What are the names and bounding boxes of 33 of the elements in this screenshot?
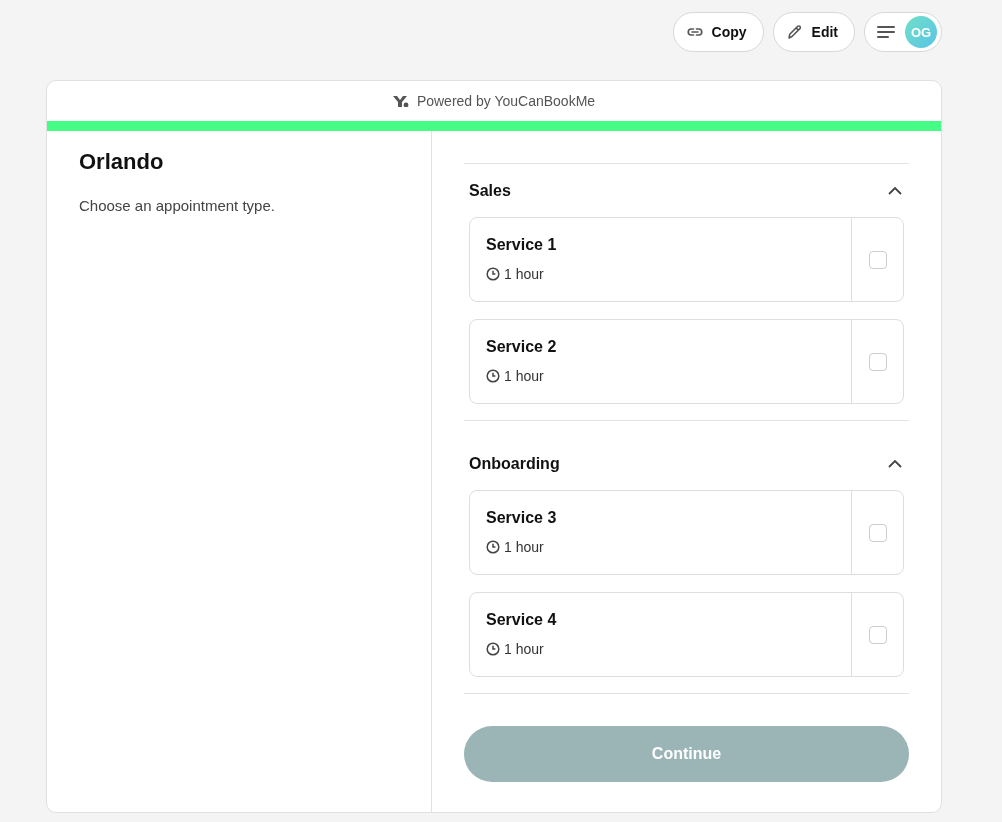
edit-button[interactable]: Edit: [772, 12, 855, 52]
duration-text: 1 hour: [504, 266, 544, 282]
powered-by-text: Powered by YouCanBookMe: [416, 93, 596, 109]
service-name: Service 2: [486, 338, 558, 356]
checkbox[interactable]: [868, 625, 887, 644]
duration-text: 1 hour: [504, 368, 544, 384]
clock-icon: [486, 540, 500, 554]
page-title: Orlando: [79, 149, 165, 175]
clock-icon: [486, 369, 500, 383]
service-option[interactable]: Service 2 1 hour: [469, 319, 904, 404]
section-title: Onboarding: [469, 454, 560, 473]
service-option[interactable]: Service 3 1 hour: [469, 490, 904, 575]
clock-icon: [486, 267, 500, 281]
duration-text: 1 hour: [504, 539, 544, 555]
logo-icon: [392, 95, 409, 107]
service-name: Service 3: [486, 509, 558, 527]
avatar: OG: [905, 16, 937, 48]
service-option[interactable]: Service 4 1 hour: [469, 592, 904, 677]
subtitle: Choose an appointment type.: [79, 197, 276, 214]
section-title: Sales: [469, 181, 511, 200]
clock-icon: [486, 642, 500, 656]
service-option[interactable]: Service 1 1 hour: [469, 217, 904, 302]
duration-text: 1 hour: [504, 641, 544, 657]
checkbox[interactable]: [868, 352, 887, 371]
section-header[interactable]: Onboarding: [469, 437, 904, 490]
service-name: Service 4: [486, 611, 558, 629]
section-header[interactable]: Sales: [469, 164, 904, 217]
checkbox[interactable]: [868, 250, 887, 269]
copy-button[interactable]: Copy: [672, 12, 764, 52]
menu-icon: [877, 25, 895, 39]
service-name: Service 1: [486, 236, 558, 254]
checkbox[interactable]: [868, 523, 887, 542]
pencil-icon: [785, 23, 804, 41]
